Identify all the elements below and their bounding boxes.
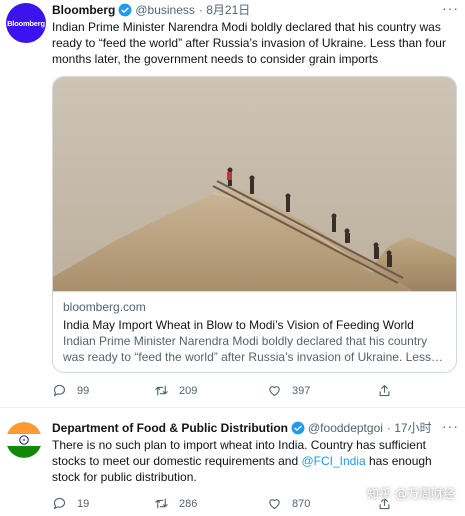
- watermark: 知乎 @万周财经: [367, 487, 455, 501]
- link-card[interactable]: bloomberg.com India May Import Wheat in …: [52, 76, 457, 373]
- like-button[interactable]: 870: [267, 496, 310, 511]
- author-handle[interactable]: @business: [135, 2, 195, 18]
- verified-badge-icon: [118, 3, 132, 17]
- tweet-actions: 19 286 870: [52, 496, 412, 516]
- card-description: Indian Prime Minister Narendra Modi bold…: [63, 334, 443, 364]
- more-icon[interactable]: ···: [442, 418, 459, 434]
- tweet-header: Department of Food & Public Distribution…: [52, 420, 432, 436]
- retweet-count: 286: [179, 497, 198, 510]
- india-flag-avatar[interactable]: [6, 422, 42, 458]
- bloomberg-avatar[interactable]: Bloomberg: [6, 3, 46, 43]
- reply-icon: [53, 384, 66, 397]
- tweet-bloomberg[interactable]: Bloomberg Bloomberg @business · 8月21日 ··…: [0, 0, 465, 408]
- retweet-icon: [155, 385, 168, 396]
- retweet-icon: [155, 498, 168, 509]
- reply-button[interactable]: 19: [52, 496, 89, 511]
- reply-button[interactable]: 99: [52, 383, 89, 398]
- tweet-time[interactable]: · 17小时: [387, 420, 432, 436]
- like-icon: [269, 499, 280, 510]
- like-icon: [269, 386, 280, 397]
- tweet-time[interactable]: · 8月21日: [199, 2, 250, 18]
- share-button[interactable]: [377, 383, 402, 398]
- share-icon: [379, 384, 390, 397]
- author-handle[interactable]: @fooddeptgoi: [308, 420, 383, 436]
- author-name[interactable]: Department of Food & Public Distribution: [52, 420, 288, 436]
- card-domain: bloomberg.com: [63, 300, 146, 314]
- card-meta: bloomberg.com India May Import Wheat in …: [53, 291, 456, 372]
- tweet-text: There is no such plan to import wheat in…: [52, 437, 457, 485]
- verified-badge-icon: [291, 421, 305, 435]
- card-title: India May Import Wheat in Blow to Modi’s…: [63, 318, 414, 332]
- tweet-header: Bloomberg @business · 8月21日: [52, 2, 250, 18]
- tweet-actions: 99 209 397: [52, 383, 412, 403]
- reply-count: 99: [77, 384, 90, 397]
- like-button[interactable]: 397: [267, 383, 310, 398]
- retweet-button[interactable]: 209: [154, 383, 197, 398]
- card-image: [53, 77, 456, 291]
- reply-count: 19: [77, 497, 90, 510]
- like-count: 870: [292, 497, 311, 510]
- retweet-count: 209: [179, 384, 198, 397]
- mention-link[interactable]: @FCI_India: [301, 454, 365, 468]
- more-icon[interactable]: ···: [442, 0, 459, 16]
- reply-icon: [53, 497, 66, 510]
- author-name[interactable]: Bloomberg: [52, 2, 115, 18]
- tweet-text: Indian Prime Minister Narendra Modi bold…: [52, 20, 446, 66]
- retweet-button[interactable]: 286: [154, 496, 197, 511]
- avatar-logo-text: Bloomberg: [7, 18, 45, 28]
- like-count: 397: [292, 384, 311, 397]
